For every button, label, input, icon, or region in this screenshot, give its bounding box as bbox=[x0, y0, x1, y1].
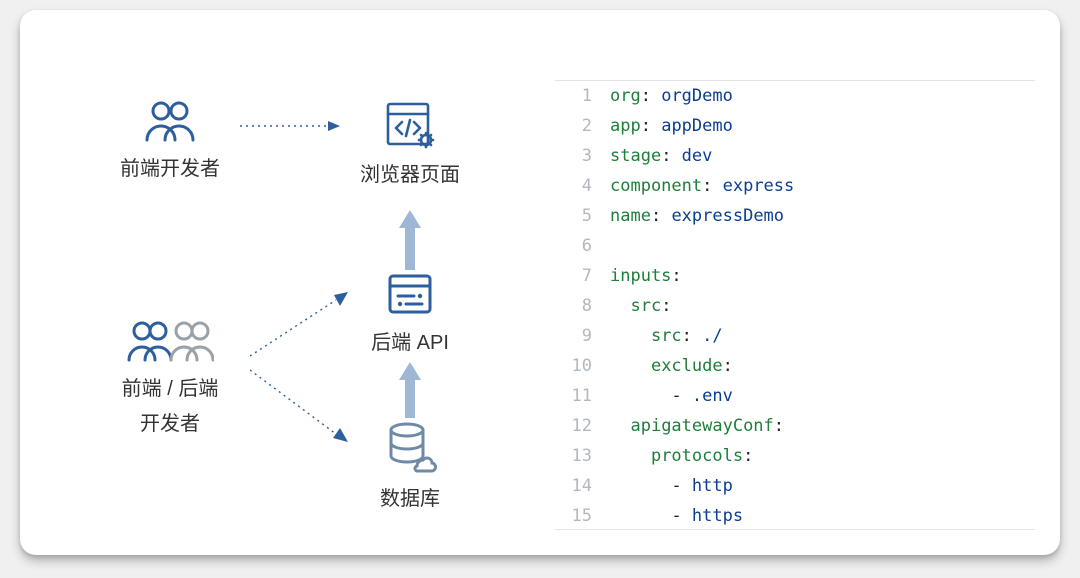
line-content: stage: dev bbox=[610, 146, 712, 166]
database-cloud-icon bbox=[340, 420, 480, 474]
line-number: 8 bbox=[555, 296, 610, 316]
line-number: 7 bbox=[555, 266, 610, 286]
line-number: 13 bbox=[555, 446, 610, 466]
code-line: 12 apigatewayConf: bbox=[555, 411, 1035, 441]
node-label-line1: 前端 / 后端 bbox=[80, 372, 260, 401]
line-content: org: orgDemo bbox=[610, 86, 733, 106]
code-line: 2app: appDemo bbox=[555, 111, 1035, 141]
line-number: 4 bbox=[555, 176, 610, 196]
line-content: name: expressDemo bbox=[610, 206, 784, 226]
yaml-code-panel: 1org: orgDemo2app: appDemo3stage: dev4co… bbox=[555, 80, 1035, 530]
line-content: - https bbox=[610, 506, 743, 526]
line-number: 5 bbox=[555, 206, 610, 226]
line-number: 14 bbox=[555, 476, 610, 496]
arrow-api-to-browser bbox=[399, 210, 421, 270]
node-browser-page: 浏览器页面 bbox=[340, 100, 480, 187]
node-backend-api: 后端 API bbox=[340, 270, 480, 355]
code-line: 1org: orgDemo bbox=[555, 81, 1035, 111]
line-content: inputs: bbox=[610, 266, 682, 286]
line-content: app: appDemo bbox=[610, 116, 733, 136]
code-line: 10 exclude: bbox=[555, 351, 1035, 381]
content-card: 前端开发者 bbox=[20, 10, 1060, 555]
arrow-dotted-fs-to-api bbox=[250, 292, 348, 362]
code-line: 3stage: dev bbox=[555, 141, 1035, 171]
people-mixed-icon bbox=[80, 320, 260, 364]
node-label: 后端 API bbox=[340, 326, 480, 355]
code-line: 14 - http bbox=[555, 471, 1035, 501]
line-content: component: express bbox=[610, 176, 794, 196]
line-number: 12 bbox=[555, 416, 610, 436]
line-content: src: bbox=[610, 296, 671, 316]
code-line: 7inputs: bbox=[555, 261, 1035, 291]
line-number: 1 bbox=[555, 86, 610, 106]
line-content: protocols: bbox=[610, 446, 753, 466]
code-line: 15 - https bbox=[555, 501, 1035, 531]
node-label: 浏览器页面 bbox=[340, 158, 480, 187]
line-number: 3 bbox=[555, 146, 610, 166]
arrow-dotted-fs-to-db bbox=[250, 364, 348, 444]
browser-code-icon bbox=[340, 100, 480, 150]
architecture-diagram: 前端开发者 bbox=[80, 80, 510, 510]
code-line: 5name: expressDemo bbox=[555, 201, 1035, 231]
arrow-dotted-fe-to-browser bbox=[240, 120, 340, 132]
line-content: - http bbox=[610, 476, 733, 496]
line-number: 9 bbox=[555, 326, 610, 346]
code-line: 4component: express bbox=[555, 171, 1035, 201]
code-line: 11 - .env bbox=[555, 381, 1035, 411]
line-number: 6 bbox=[555, 236, 610, 256]
line-number: 10 bbox=[555, 356, 610, 376]
people-icon bbox=[100, 100, 240, 144]
api-icon bbox=[340, 270, 480, 318]
code-line: 8 src: bbox=[555, 291, 1035, 321]
node-frontend-dev: 前端开发者 bbox=[100, 100, 240, 181]
line-number: 2 bbox=[555, 116, 610, 136]
code-line: 6 bbox=[555, 231, 1035, 261]
line-content: apigatewayConf: bbox=[610, 416, 784, 436]
code-line: 13 protocols: bbox=[555, 441, 1035, 471]
arrow-db-to-api bbox=[399, 362, 421, 418]
code-line: 9 src: ./ bbox=[555, 321, 1035, 351]
line-number: 11 bbox=[555, 386, 610, 406]
node-database: 数据库 bbox=[340, 420, 480, 511]
node-label: 前端开发者 bbox=[100, 152, 240, 181]
node-label: 数据库 bbox=[340, 482, 480, 511]
line-number: 15 bbox=[555, 506, 610, 526]
line-content: src: ./ bbox=[610, 326, 723, 346]
line-content: exclude: bbox=[610, 356, 733, 376]
line-content: - .env bbox=[610, 386, 733, 406]
node-label-line2: 开发者 bbox=[80, 407, 260, 436]
node-fullstack-dev: 前端 / 后端 开发者 bbox=[80, 320, 260, 436]
